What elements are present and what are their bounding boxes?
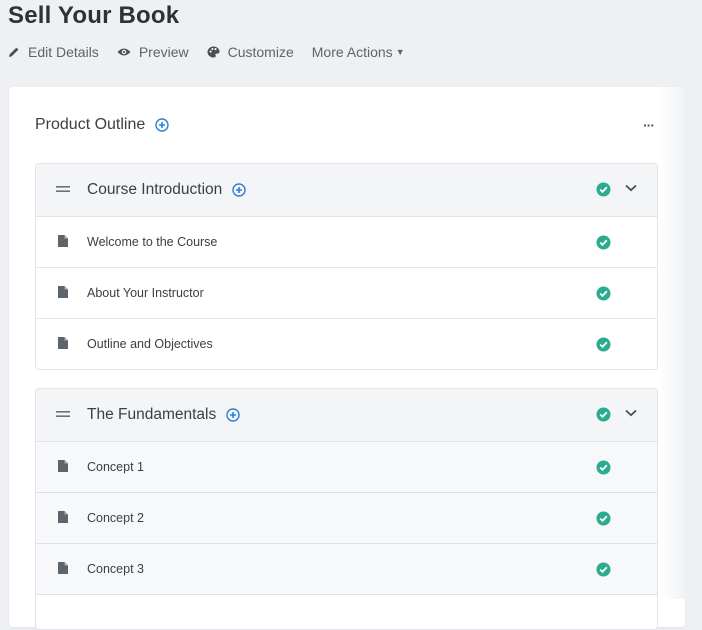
document-icon xyxy=(58,235,68,247)
eye-icon xyxy=(117,48,131,56)
lesson-label: Outline and Objectives xyxy=(87,337,213,351)
add-lesson-button[interactable] xyxy=(232,183,246,197)
lesson-label: Concept 3 xyxy=(87,562,144,576)
lesson-row[interactable]: Concept 3 xyxy=(36,544,657,595)
check-circle-icon xyxy=(596,460,611,475)
section-title-text: Course Introduction xyxy=(87,181,223,198)
document-icon xyxy=(58,286,68,298)
toolbar: Edit Details Preview Customize More Acti… xyxy=(8,42,423,62)
lesson-label: Welcome to the Course xyxy=(87,235,218,249)
plus-circle-icon xyxy=(232,183,246,197)
drag-handle-icon[interactable] xyxy=(56,185,70,193)
edit-details-button[interactable]: Edit Details xyxy=(8,44,99,60)
section-the-fundamentals: The Fundamentals Concept 1 Concept 2 Con… xyxy=(35,388,658,630)
customize-button[interactable]: Customize xyxy=(207,44,294,60)
section-header[interactable]: Course Introduction xyxy=(36,164,657,217)
section-header[interactable]: The Fundamentals xyxy=(36,389,657,442)
section-title: Course Introduction xyxy=(87,164,246,216)
document-icon xyxy=(58,511,68,523)
plus-circle-icon xyxy=(155,118,169,132)
lesson-label: Concept 2 xyxy=(87,511,144,525)
document-icon xyxy=(58,337,68,349)
document-icon xyxy=(58,460,68,472)
more-actions-label: More Actions xyxy=(311,44,393,60)
check-circle-icon xyxy=(596,407,611,422)
outline-header: Product Outline xyxy=(35,116,169,134)
lesson-row[interactable]: About Your Instructor xyxy=(36,268,657,319)
check-circle-icon xyxy=(596,511,611,526)
outline-more-menu-button[interactable]: ··· xyxy=(643,117,655,133)
product-outline-card: Product Outline ··· Course Introduction xyxy=(9,87,685,630)
add-section-button[interactable] xyxy=(155,118,169,132)
check-circle-icon xyxy=(596,182,611,197)
lesson-row[interactable]: Concept 2 xyxy=(36,493,657,544)
palette-icon xyxy=(207,46,220,58)
check-circle-icon xyxy=(596,562,611,577)
pencil-icon xyxy=(9,47,19,57)
check-circle-icon xyxy=(596,286,611,301)
page-title: Sell Your Book xyxy=(8,2,180,29)
outline-title: Product Outline xyxy=(35,116,146,133)
section-course-introduction: Course Introduction Welcome to the Cours… xyxy=(35,163,658,370)
lesson-row[interactable]: Welcome to the Course xyxy=(36,217,657,268)
caret-down-icon: ▼ xyxy=(395,47,405,57)
lesson-row[interactable]: Outline and Objectives xyxy=(36,319,657,369)
plus-circle-icon xyxy=(226,408,240,422)
lesson-label: Concept 1 xyxy=(87,460,144,474)
lesson-label: About Your Instructor xyxy=(87,286,204,300)
add-lesson-button[interactable] xyxy=(226,408,240,422)
edit-details-label: Edit Details xyxy=(28,44,99,60)
chevron-down-icon[interactable] xyxy=(625,184,637,192)
section-title-text: The Fundamentals xyxy=(87,406,217,423)
check-circle-icon xyxy=(596,337,611,352)
drag-handle-icon[interactable] xyxy=(56,410,70,418)
preview-button[interactable]: Preview xyxy=(117,44,189,60)
more-actions-dropdown[interactable]: More Actions ▼ xyxy=(312,44,405,60)
check-circle-icon xyxy=(596,235,611,250)
lesson-row[interactable]: Concept 1 xyxy=(36,442,657,493)
customize-label: Customize xyxy=(227,44,294,60)
section-title: The Fundamentals xyxy=(87,389,240,441)
preview-label: Preview xyxy=(138,44,189,60)
document-icon xyxy=(58,562,68,574)
chevron-down-icon[interactable] xyxy=(625,409,637,417)
